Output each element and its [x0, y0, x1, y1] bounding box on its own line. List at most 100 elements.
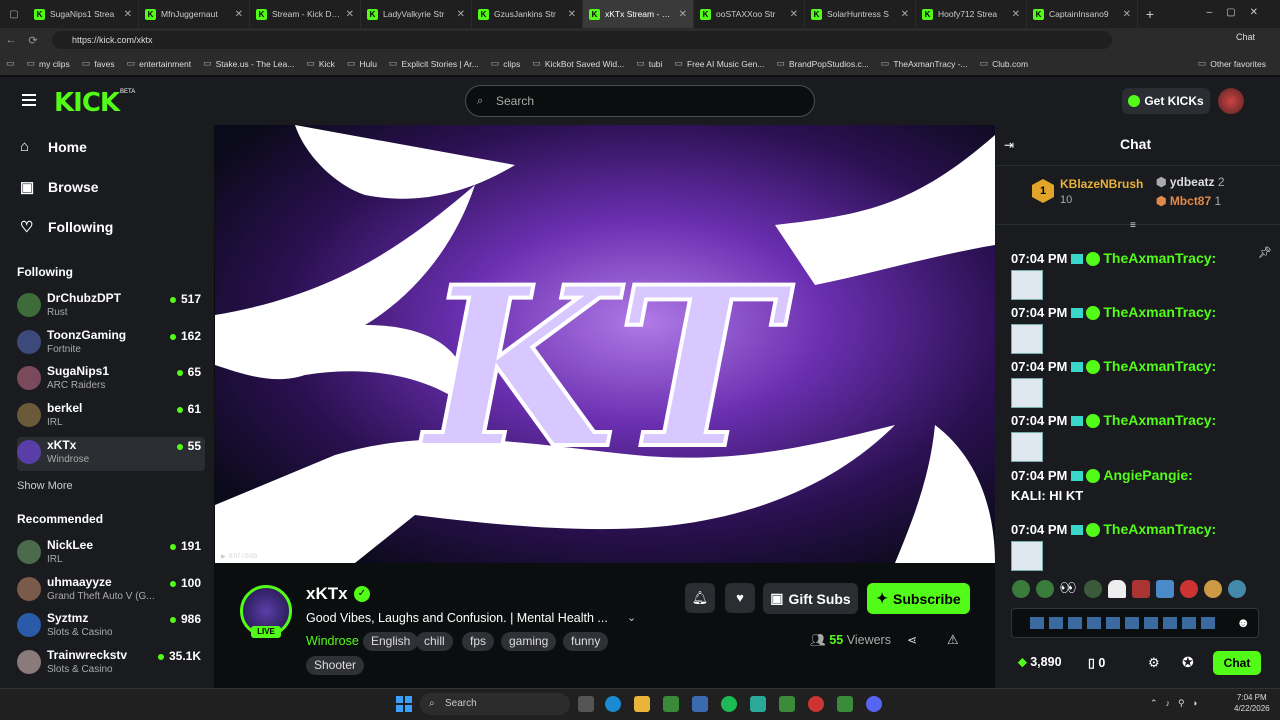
- emote-icon[interactable]: [1084, 580, 1102, 598]
- tag-chip[interactable]: chill: [416, 632, 453, 651]
- app-icon[interactable]: [663, 696, 679, 712]
- get-kicks-button[interactable]: Get KICKs: [1122, 88, 1210, 114]
- collapse-chat-icon[interactable]: ⇥: [1004, 138, 1014, 152]
- other-favorites-folder[interactable]: ▭ Other favorites: [1192, 58, 1272, 69]
- emoji-picker-icon[interactable]: ☻: [1236, 615, 1250, 630]
- browser-tab[interactable]: K Hoofy712 Strea ✕: [916, 0, 1027, 28]
- windows-start-icon[interactable]: [396, 696, 412, 712]
- share-icon[interactable]: ⋖: [907, 633, 917, 647]
- url-field[interactable]: https://kick.com/xktx: [52, 31, 1112, 49]
- tag-chip[interactable]: English: [363, 632, 419, 651]
- sidebar-channel-berkel[interactable]: berkel IRL 61: [17, 400, 205, 434]
- close-tab-icon[interactable]: ✕: [124, 9, 132, 20]
- chat-username[interactable]: TheAxmanTracy: [1103, 358, 1211, 374]
- sidebar-channel-trainwreckstv[interactable]: Trainwreckstv Slots & Casino 35.1K: [17, 647, 205, 681]
- chat-message-input[interactable]: ☻: [1011, 608, 1259, 638]
- sidebar-nav-following[interactable]: ♡ Following: [20, 218, 113, 236]
- browser-tab[interactable]: K MfnJuggernaut ✕: [139, 0, 250, 28]
- taskbar-clock[interactable]: 7:04 PM 4/22/2026: [1234, 692, 1270, 714]
- channel-points[interactable]: ⬥ 3,890: [1018, 655, 1062, 670]
- edge-icon[interactable]: [605, 696, 621, 712]
- tag-chip[interactable]: gaming: [501, 632, 557, 651]
- hamburger-menu-icon[interactable]: [22, 94, 36, 106]
- channel-name[interactable]: xKTx: [306, 584, 348, 604]
- sidebar-channel-suganips1[interactable]: SugaNips1 ARC Raiders 65: [17, 363, 205, 397]
- browser-tab[interactable]: K Stream - Kick Dashb ✕: [250, 0, 361, 28]
- sidebar-channel-syztmz[interactable]: Syztmz Slots & Casino 986: [17, 610, 205, 644]
- subscribe-button[interactable]: ✦ Subscribe: [867, 583, 970, 614]
- close-tab-icon[interactable]: ✕: [568, 9, 576, 20]
- close-tab-icon[interactable]: ✕: [235, 9, 243, 20]
- kickbot-icon[interactable]: ✪: [1182, 654, 1194, 671]
- report-icon[interactable]: ⚠: [947, 632, 959, 648]
- spotify-icon[interactable]: [721, 696, 737, 712]
- chat-username[interactable]: TheAxmanTracy: [1103, 250, 1211, 266]
- xbox-icon[interactable]: [837, 696, 853, 712]
- browser-tab[interactable]: K LadyValkyrie Str ✕: [361, 0, 472, 28]
- top-gifter-name[interactable]: KBlazeNBrush: [1060, 177, 1143, 191]
- chat-username[interactable]: TheAxmanTracy: [1103, 304, 1211, 320]
- chat-username[interactable]: TheAxmanTracy: [1103, 521, 1211, 537]
- emote-eyes-icon[interactable]: 👀︎: [1060, 580, 1078, 598]
- emote-icon[interactable]: [1204, 580, 1222, 598]
- browser-tab[interactable]: KooSTAXXoo Str ✕: [694, 0, 805, 28]
- browser-tab[interactable]: K SugaNips1 Strea ✕: [28, 0, 139, 28]
- sidebar-channel-uhmaayyze[interactable]: uhmaayyze Grand Theft Auto V (G... 100: [17, 574, 205, 608]
- emote-icon[interactable]: [1180, 580, 1198, 598]
- send-chat-button[interactable]: Chat: [1213, 651, 1261, 675]
- bookmark-item[interactable]: ▭ faves: [76, 58, 121, 69]
- chat-filter-icon[interactable]: ≡: [1130, 220, 1136, 231]
- emote-icon[interactable]: [1156, 580, 1174, 598]
- sidebar-nav-browse[interactable]: ▣ Browse: [20, 178, 99, 196]
- emote-frog-icon[interactable]: [1012, 580, 1030, 598]
- chat-username[interactable]: AngiePangie: [1103, 467, 1188, 483]
- sidebar-channel-toonzgaming[interactable]: ToonzGaming Fortnite 162: [17, 327, 205, 361]
- second-gifter[interactable]: ⬢ ydbeatz 2: [1156, 175, 1225, 189]
- bookmark-item[interactable]: ▭ Free AI Music Gen...: [668, 58, 770, 69]
- close-tab-icon[interactable]: ✕: [901, 9, 909, 20]
- bookmark-item[interactable]: ▭ BrandPopStudios.c...: [770, 58, 874, 69]
- system-tray-icons[interactable]: ⌃♪⚲◗: [1150, 698, 1206, 709]
- app-icon[interactable]: [750, 696, 766, 712]
- task-view-icon[interactable]: [578, 696, 594, 712]
- close-tab-icon[interactable]: ✕: [457, 9, 465, 20]
- bookmark-item[interactable]: ▭ Explicit Stories | Ar...: [383, 58, 485, 69]
- bookmark-item[interactable]: ▭ Stake.us - The Lea...: [197, 58, 300, 69]
- close-tab-icon[interactable]: ✕: [1012, 9, 1020, 20]
- close-tab-icon[interactable]: ✕: [346, 9, 354, 20]
- bookmark-item[interactable]: ▭ entertainment: [121, 58, 198, 69]
- xbox-icon[interactable]: [779, 696, 795, 712]
- gift-subs-button[interactable]: ▣ Gift Subs: [763, 583, 858, 614]
- follow-heart-button[interactable]: ♥: [725, 583, 755, 613]
- sidebar-nav-home[interactable]: ⌂ Home: [20, 138, 87, 155]
- emote-icon[interactable]: [1132, 580, 1150, 598]
- play-icon[interactable]: ▶: [221, 554, 226, 560]
- emote-ghost-icon[interactable]: [1108, 580, 1126, 598]
- back-icon[interactable]: ←: [0, 34, 22, 46]
- bookmark-item[interactable]: ▭ KickBot Saved Wid...: [526, 58, 630, 69]
- kick-logo[interactable]: KICK: [54, 88, 120, 118]
- browser-tab[interactable]: K CaptainInsano9 ✕: [1027, 0, 1138, 28]
- bookmark-bar-menu-icon[interactable]: ▭: [0, 58, 21, 69]
- close-tab-icon[interactable]: ✕: [790, 9, 798, 20]
- bookmark-item[interactable]: ▭ my clips: [21, 58, 76, 69]
- category-link[interactable]: Windrose: [306, 634, 359, 648]
- bookmark-item[interactable]: ▭ Kick: [300, 58, 341, 69]
- store-icon[interactable]: [692, 696, 708, 712]
- redeem-counter[interactable]: ▯ 0: [1088, 655, 1105, 670]
- video-player[interactable]: KT ▶ 0:07 / 0:00: [215, 125, 995, 563]
- sidebar-channel-drchubzdpt[interactable]: DrChubzDPT Rust 517: [17, 290, 205, 324]
- sidebar-channel-nicklee[interactable]: NickLee IRL 191: [17, 537, 205, 571]
- chat-username[interactable]: TheAxmanTracy: [1103, 412, 1211, 428]
- tag-chip[interactable]: funny: [563, 632, 609, 651]
- bookmark-item[interactable]: ▭ Club.com: [974, 58, 1034, 69]
- third-gifter[interactable]: ⬢ Mbct87 1: [1156, 194, 1221, 208]
- bookmark-item[interactable]: ▭ Hulu: [341, 58, 383, 69]
- emote-icon[interactable]: [1228, 580, 1246, 598]
- browser-tab[interactable]: KxKTx Stream - Watch ✕: [583, 0, 694, 28]
- close-tab-icon[interactable]: ✕: [1123, 9, 1131, 20]
- app-icon[interactable]: [808, 696, 824, 712]
- reload-icon[interactable]: ⟳: [22, 34, 44, 47]
- browser-tab[interactable]: K GzusJankins Str ✕: [472, 0, 583, 28]
- discord-icon[interactable]: [866, 696, 882, 712]
